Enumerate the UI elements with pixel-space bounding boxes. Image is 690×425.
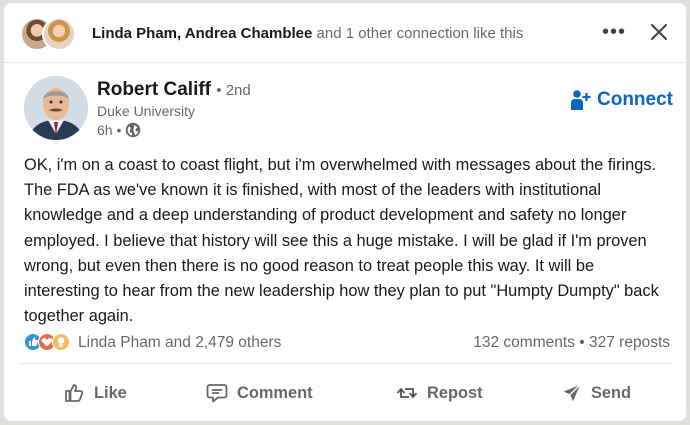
avatar[interactable] [24, 76, 88, 140]
reposts-count[interactable]: 327 reposts [589, 334, 670, 351]
reactions-summary[interactable]: Linda Pham and 2,479 others [78, 334, 281, 352]
connect-label[interactable]: Connect [597, 89, 673, 111]
social-context-suffix: and 1 other connection like this [316, 25, 524, 42]
insightful-icon [52, 333, 70, 351]
comment-button[interactable]: Comment [205, 375, 313, 411]
author-name-link[interactable]: Robert Califf • 2nd [97, 79, 251, 101]
post-card: Linda Pham, Andrea Chamblee and 1 other … [3, 2, 687, 422]
send-label[interactable]: Send [591, 384, 631, 403]
connect-button[interactable]: Connect [571, 86, 673, 114]
author-headline: Duke University [97, 103, 196, 119]
close-icon[interactable] [645, 18, 673, 46]
reaction-icons[interactable] [24, 333, 74, 353]
repost-label[interactable]: Repost [427, 384, 483, 403]
comments-count[interactable]: 132 comments [473, 334, 575, 351]
comment-label[interactable]: Comment [237, 384, 313, 403]
more-options-icon[interactable]: ••• [600, 19, 628, 47]
comments-reposts-counts: 132 comments • 327 reposts [473, 334, 670, 352]
author-name[interactable]: Robert Califf [97, 79, 211, 100]
connection-name-link[interactable]: Andrea Chamblee [185, 25, 313, 42]
like-icon [65, 384, 84, 402]
post-timestamp: 6h • [97, 122, 141, 138]
repost-icon [396, 387, 418, 399]
comment-icon [206, 384, 228, 403]
globe-icon [126, 122, 141, 138]
repost-button[interactable]: Repost [395, 375, 483, 411]
add-person-icon [571, 90, 591, 110]
avatar[interactable] [42, 17, 76, 51]
post-body-text: OK, i'm on a coast to coast flight, but … [24, 156, 659, 326]
social-context-header: Linda Pham, Andrea Chamblee and 1 other … [4, 3, 686, 63]
divider [20, 363, 672, 364]
post-time: 6h • [97, 122, 122, 138]
connection-name-link[interactable]: Linda Pham [92, 25, 177, 42]
connection-degree: • 2nd [216, 82, 251, 99]
social-counts: Linda Pham and 2,479 others 132 comments… [24, 331, 670, 355]
social-context-text: Linda Pham, Andrea Chamblee and 1 other … [92, 25, 524, 42]
connection-avatars[interactable] [20, 17, 82, 51]
action-bar: Like Comment Repost Send [4, 369, 686, 417]
like-button[interactable]: Like [62, 375, 127, 411]
send-button[interactable]: Send [561, 375, 631, 411]
count-separator: • [579, 334, 585, 351]
send-icon [563, 384, 581, 402]
like-label[interactable]: Like [94, 384, 127, 403]
